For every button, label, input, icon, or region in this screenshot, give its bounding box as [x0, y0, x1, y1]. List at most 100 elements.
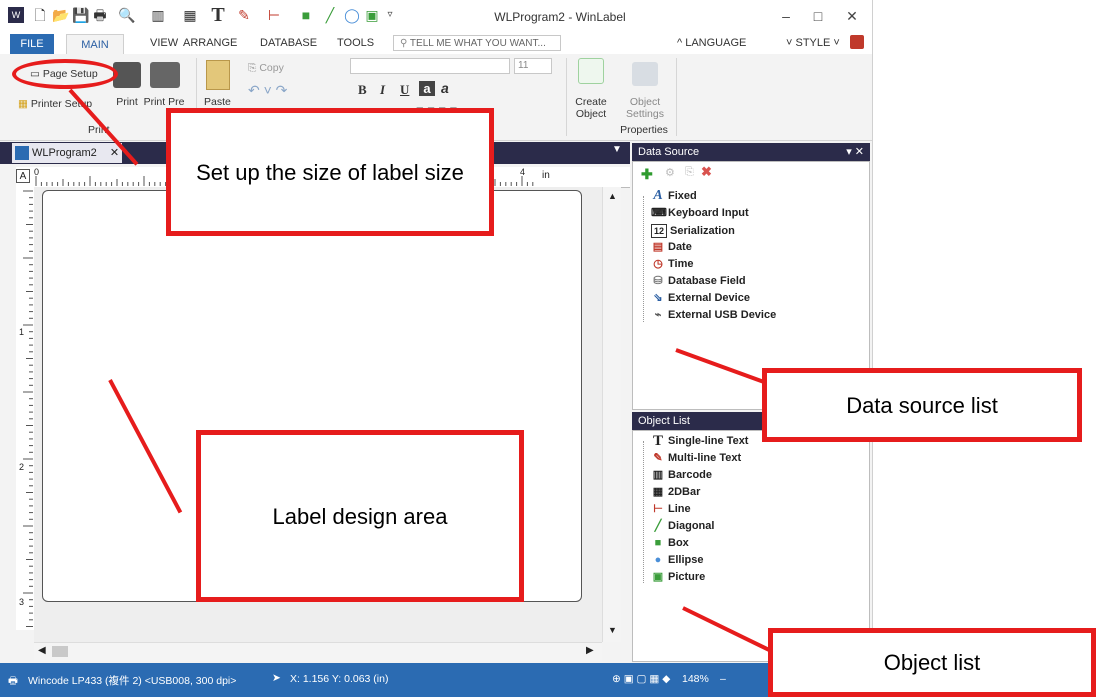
vertical-scrollbar[interactable]: ▲ ▼: [602, 187, 621, 642]
create-object-button[interactable]: Create Object: [566, 96, 616, 120]
multiline-text-quick-icon[interactable]: ✎: [236, 7, 252, 23]
line-icon: ⊢: [653, 503, 663, 516]
outline-button[interactable]: a: [441, 80, 449, 96]
doc-menu-chevron-icon[interactable]: ▼: [612, 144, 622, 155]
qrcode-quick-icon[interactable]: ▦: [182, 7, 198, 23]
external-device-icon: ⇘: [653, 292, 663, 305]
list-item[interactable]: ■ Box: [651, 537, 689, 549]
text-quick-icon[interactable]: T: [210, 5, 226, 25]
copy-data-source-icon[interactable]: ⎘: [685, 166, 694, 179]
list-item[interactable]: ▥ Barcode: [651, 469, 712, 481]
tab-tools[interactable]: TOOLS: [337, 37, 374, 49]
barcode-quick-icon[interactable]: ▥: [150, 7, 166, 23]
list-item-label: Picture: [668, 571, 706, 583]
print-preview-quick-icon[interactable]: 🔍: [118, 7, 135, 23]
tab-view[interactable]: VIEW: [150, 37, 178, 49]
box-quick-icon[interactable]: ■: [298, 7, 314, 23]
document-tab[interactable]: WLProgram2 ✕: [12, 143, 122, 163]
list-item-label: Database Field: [668, 275, 746, 287]
diagonal-quick-icon[interactable]: ╱: [322, 7, 338, 23]
list-item-label: External Device: [668, 292, 750, 304]
panel-close-icon[interactable]: ▾ ✕: [846, 143, 864, 161]
ruler-origin-icon[interactable]: A: [16, 169, 30, 183]
list-item[interactable]: ⊢ Line: [651, 503, 690, 516]
close-button[interactable]: ✕: [842, 8, 862, 25]
font-size-select[interactable]: 11: [514, 58, 552, 74]
list-item-label: Multi-line Text: [668, 452, 742, 464]
ruler-mark-2: 2: [19, 462, 25, 472]
list-item[interactable]: ◷ Time: [651, 258, 693, 270]
tell-me-search-input[interactable]: ⚲ TELL ME WHAT YOU WANT...: [393, 35, 561, 51]
tab-database[interactable]: DATABASE: [260, 37, 317, 49]
paste-button[interactable]: Paste: [204, 96, 231, 108]
line-quick-icon[interactable]: ⊢: [266, 7, 282, 23]
list-item[interactable]: ⌁ External USB Device: [651, 309, 777, 321]
italic-button[interactable]: I: [380, 82, 385, 98]
save-icon[interactable]: 💾: [72, 7, 89, 23]
view-mode-icons[interactable]: ⊕ ▣ ▢ ▦ ◆: [612, 673, 670, 685]
scroll-down-icon[interactable]: ▼: [608, 625, 617, 635]
tell-me-placeholder: TELL ME WHAT YOU WANT...: [409, 38, 546, 49]
print-preview-button[interactable]: Print Pre: [142, 96, 186, 108]
list-item[interactable]: ▦ 2DBar: [651, 486, 701, 499]
picture-quick-icon[interactable]: ▣: [364, 7, 380, 23]
bold-button[interactable]: B: [358, 82, 367, 98]
customize-quick-access-icon[interactable]: ▿: [382, 7, 398, 23]
print-button[interactable]: Print: [113, 96, 141, 108]
scroll-right-icon[interactable]: ▶: [586, 645, 594, 656]
ellipse-icon: ●: [654, 554, 662, 567]
tab-file[interactable]: FILE: [10, 34, 54, 54]
ruler-mark-0: 0: [34, 167, 40, 177]
list-item[interactable]: ✎ Multi-line Text: [651, 452, 741, 464]
help-icon[interactable]: [850, 35, 864, 49]
maximize-button[interactable]: □: [808, 8, 828, 24]
undo-redo-buttons[interactable]: ↶ ˅ ↷: [248, 82, 287, 99]
open-folder-icon[interactable]: 📂: [52, 7, 69, 23]
language-menu[interactable]: ^ LANGUAGE: [677, 37, 746, 49]
copy-button[interactable]: ⎘ Copy: [248, 62, 284, 75]
list-item[interactable]: ⌨Keyboard Input: [651, 207, 749, 219]
list-item[interactable]: ╱ Diagonal: [651, 520, 715, 532]
object-settings-button[interactable]: Object Settings: [620, 96, 670, 120]
print-preview-icon: [150, 62, 180, 88]
style-menu[interactable]: ˅ STYLE ˅: [786, 37, 840, 49]
list-item[interactable]: ⇘ External Device: [651, 292, 750, 304]
create-object-icon: [578, 58, 604, 84]
settings-data-source-icon[interactable]: ⚙: [665, 166, 675, 179]
zoom-slider[interactable]: –: [720, 673, 726, 685]
horizontal-scrollbar[interactable]: ◀ ▶: [34, 642, 602, 661]
print-quick-icon[interactable]: 🖶: [92, 7, 108, 23]
ellipse-quick-icon[interactable]: ◯: [344, 7, 360, 23]
inverse-button[interactable]: a: [419, 81, 435, 96]
list-item[interactable]: 12 Serialization: [651, 224, 735, 238]
new-file-icon[interactable]: 🗋: [32, 7, 48, 23]
underline-button[interactable]: U: [400, 82, 409, 98]
search-icon: ⚲: [400, 38, 410, 49]
list-item-label: Date: [668, 241, 692, 253]
picture-icon: ▣: [652, 571, 664, 584]
list-item-label: Keyboard Input: [668, 207, 749, 219]
scroll-thumb[interactable]: [52, 646, 68, 657]
list-item[interactable]: ⛁ Database Field: [651, 275, 746, 287]
font-name-select[interactable]: [350, 58, 510, 74]
ruler-mark-3: 3: [19, 597, 25, 607]
delete-data-source-icon[interactable]: ✖: [701, 164, 712, 180]
add-data-source-icon[interactable]: ✚: [641, 166, 653, 183]
tab-arrange[interactable]: ARRANGE: [183, 37, 237, 49]
list-item[interactable]: ▤ Date: [651, 241, 692, 253]
list-item[interactable]: ● Ellipse: [651, 554, 704, 567]
list-item[interactable]: ▣ Picture: [651, 571, 706, 584]
tree-line: [643, 441, 645, 583]
ruler-mark-4: 4: [520, 167, 526, 177]
scroll-left-icon[interactable]: ◀: [38, 645, 46, 656]
tab-main[interactable]: MAIN: [66, 34, 124, 55]
list-item[interactable]: T Single-line Text: [651, 434, 749, 449]
2dbar-icon: ▦: [652, 486, 664, 499]
data-source-title: Data Source: [638, 146, 700, 158]
list-item[interactable]: A Fixed: [651, 188, 696, 204]
page-setup-callout: Set up the size of label size: [166, 108, 494, 236]
scroll-up-icon[interactable]: ▲: [608, 191, 617, 201]
minimize-button[interactable]: –: [776, 8, 796, 24]
close-tab-icon[interactable]: ✕: [110, 147, 119, 159]
fixed-icon: A: [653, 188, 663, 204]
